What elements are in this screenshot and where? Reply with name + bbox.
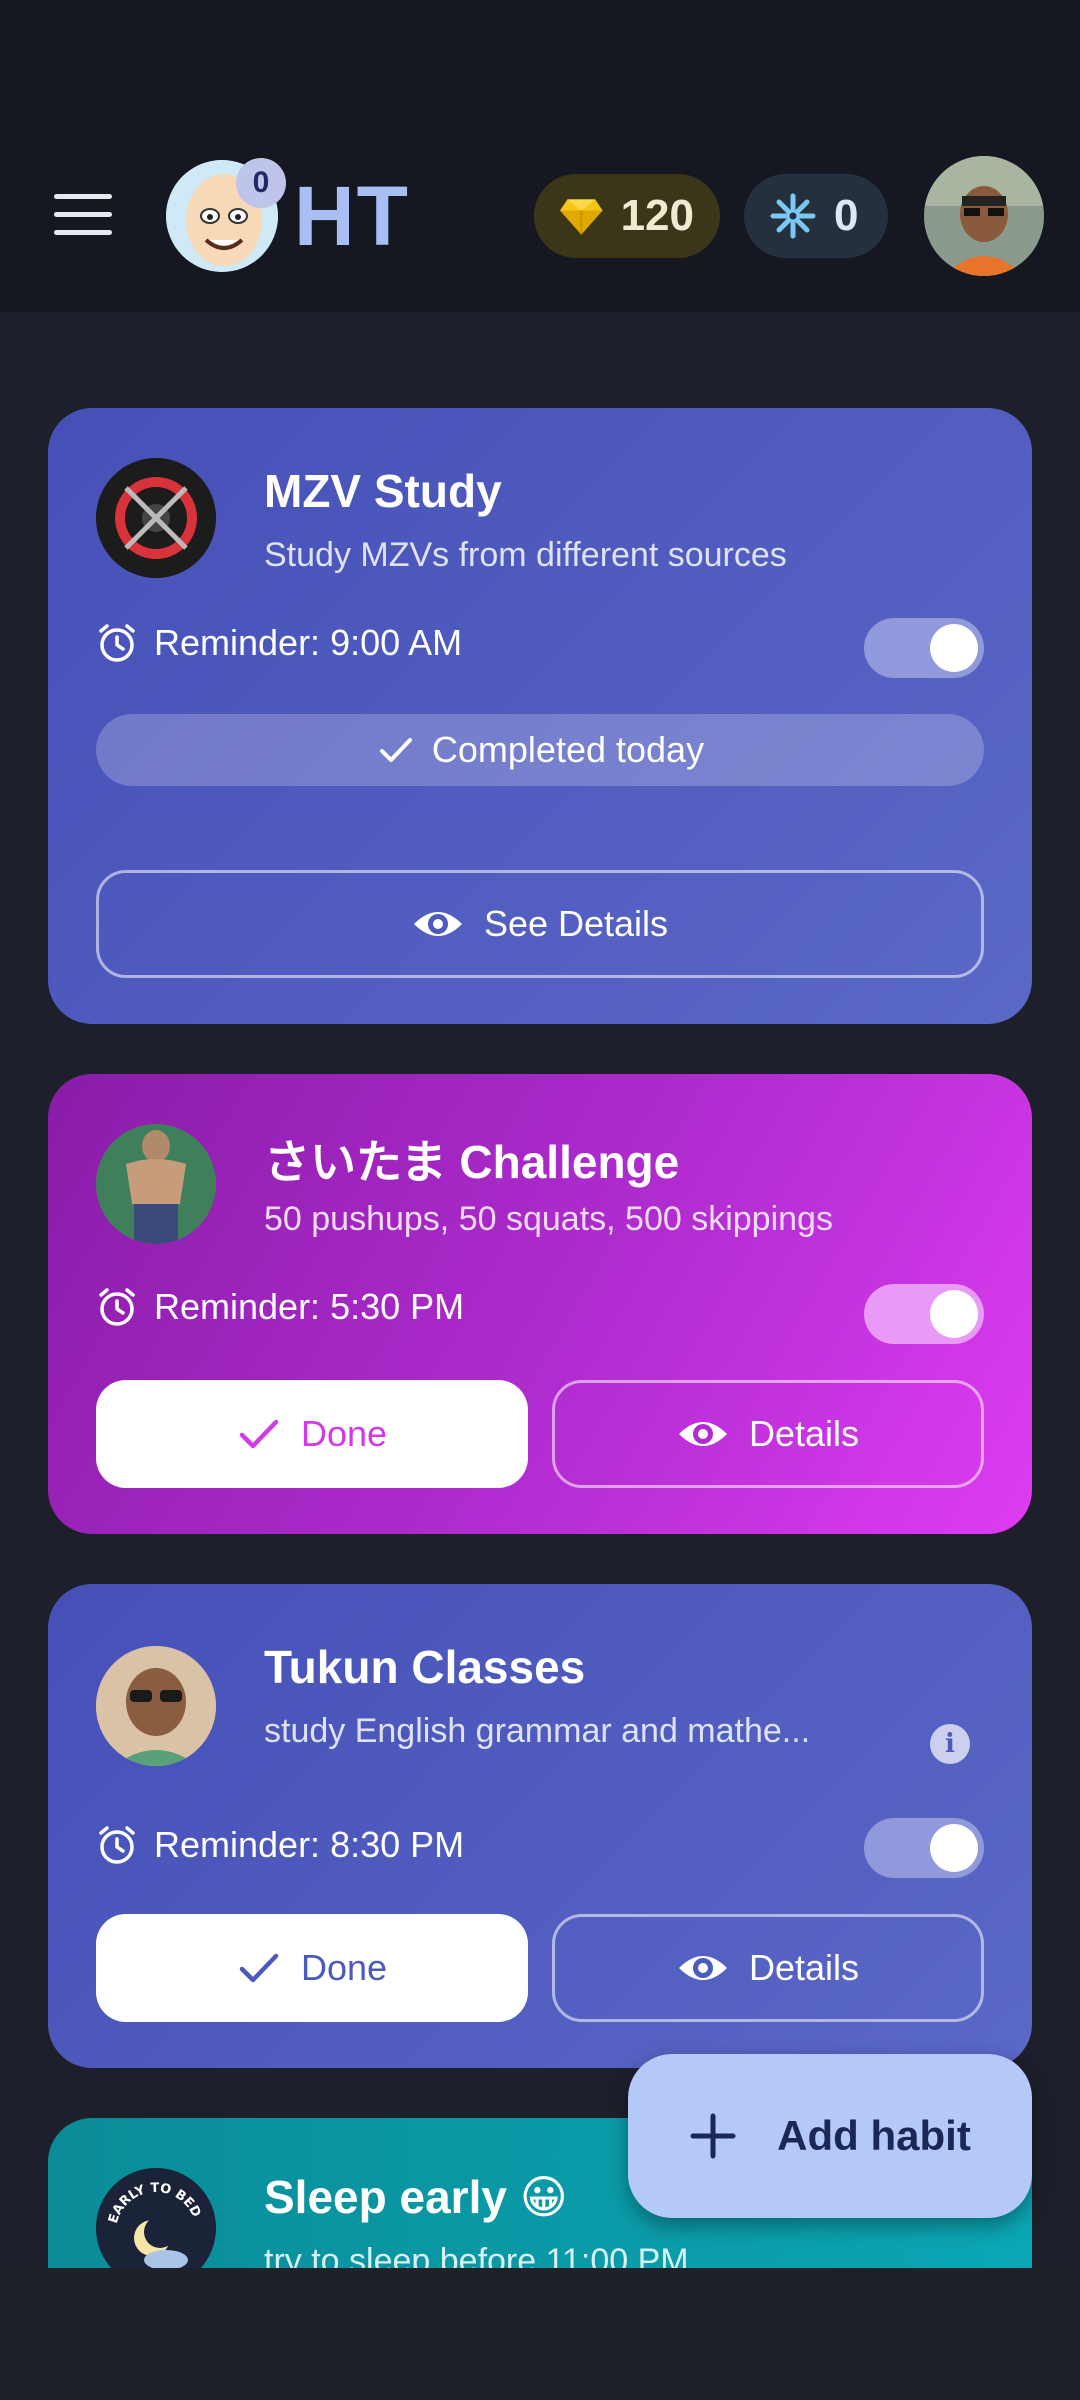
habit-avatar xyxy=(96,1646,216,1766)
reminder-row: Reminder: 5:30 PM xyxy=(96,1286,464,1328)
see-details-button[interactable]: See Details xyxy=(96,870,984,978)
gems-counter[interactable]: 120 xyxy=(534,174,720,258)
completed-label: Completed today xyxy=(431,729,705,770)
habit-card-saitama-challenge[interactable]: さいたま Challenge 50 pushups, 50 squats, 50… xyxy=(48,1074,1032,1534)
app-title: HT xyxy=(294,169,410,263)
see-details-label: See Details xyxy=(483,903,669,944)
habit-card-mzv-study[interactable]: MZV Study Study MZVs from different sour… xyxy=(48,408,1032,1024)
moon-cloud-icon: EARLY TO BED xyxy=(96,2168,216,2268)
wheel-image-icon xyxy=(96,458,216,578)
user-photo-icon xyxy=(924,156,1044,276)
habit-description: Study MZVs from different sources xyxy=(264,536,787,574)
person-photo-icon xyxy=(96,1646,216,1766)
plus-icon xyxy=(690,2113,736,2159)
done-label: Done xyxy=(300,1947,388,1988)
check-icon xyxy=(239,1419,279,1449)
habit-avatar xyxy=(96,1124,216,1244)
freeze-counter[interactable]: 0 xyxy=(744,174,888,258)
system-navigation-bar xyxy=(0,2268,1080,2400)
check-icon xyxy=(239,1953,279,1983)
alarm-clock-icon xyxy=(99,1826,135,1864)
eye-icon xyxy=(413,912,462,936)
reminder-label: Reminder: 5:30 PM xyxy=(154,1286,465,1327)
habit-title: Tukun Classes xyxy=(264,1641,586,1693)
details-label: Details xyxy=(748,1413,860,1454)
habit-title: MZV Study xyxy=(264,465,502,517)
fitness-photo-icon xyxy=(96,1124,216,1244)
check-icon xyxy=(379,738,412,762)
reminder-toggle[interactable] xyxy=(864,1284,984,1344)
done-button[interactable]: Done xyxy=(96,1380,528,1488)
habit-avatar xyxy=(96,458,216,578)
menu-icon[interactable] xyxy=(54,194,112,238)
habit-description: try to sleep before 11:00 PM xyxy=(264,2242,689,2268)
profile-avatar[interactable] xyxy=(924,156,1044,276)
habit-description: study English grammar and mathe... xyxy=(264,1712,811,1750)
details-button[interactable]: Details xyxy=(552,1380,984,1488)
habit-avatar: EARLY TO BED xyxy=(96,2168,216,2268)
eye-icon xyxy=(678,1956,727,1980)
freeze-count: 0 xyxy=(834,191,859,240)
add-habit-button[interactable]: Add habit xyxy=(628,2054,1032,2218)
info-icon[interactable]: i xyxy=(930,1724,970,1764)
habit-tracker-screen: 0 HT 120 0 MZV Study Study MZVs from dif… xyxy=(0,0,1080,2400)
add-habit-label: Add habit xyxy=(777,2112,971,2159)
reminder-label: Reminder: 8:30 PM xyxy=(154,1824,465,1865)
reminder-label: Reminder: 9:00 AM xyxy=(154,622,463,663)
habit-title: Sleep early 😀 xyxy=(264,2171,568,2223)
done-label: Done xyxy=(300,1413,388,1454)
details-button[interactable]: Details xyxy=(552,1914,984,2022)
reminder-toggle[interactable] xyxy=(864,1818,984,1878)
reminder-toggle[interactable] xyxy=(864,618,984,678)
habit-title: さいたま Challenge xyxy=(264,1136,680,1188)
alarm-clock-icon xyxy=(99,1288,135,1326)
logo-badge-count: 0 xyxy=(236,158,286,208)
alarm-clock-icon xyxy=(99,624,135,662)
reminder-row: Reminder: 9:00 AM xyxy=(96,622,462,664)
habit-card-tukun-classes[interactable]: Tukun Classes study English grammar and … xyxy=(48,1584,1032,2068)
completed-status-bar: Completed today xyxy=(96,714,984,786)
snowflake-icon xyxy=(770,193,816,239)
eye-icon xyxy=(678,1422,727,1446)
gems-count: 120 xyxy=(620,191,694,240)
details-label: Details xyxy=(748,1947,860,1988)
habit-description: 50 pushups, 50 squats, 500 skippings xyxy=(264,1200,833,1238)
gem-icon xyxy=(560,199,603,235)
reminder-row: Reminder: 8:30 PM xyxy=(96,1824,464,1866)
done-button[interactable]: Done xyxy=(96,1914,528,2022)
top-app-bar: 0 HT 120 0 xyxy=(0,0,1080,312)
